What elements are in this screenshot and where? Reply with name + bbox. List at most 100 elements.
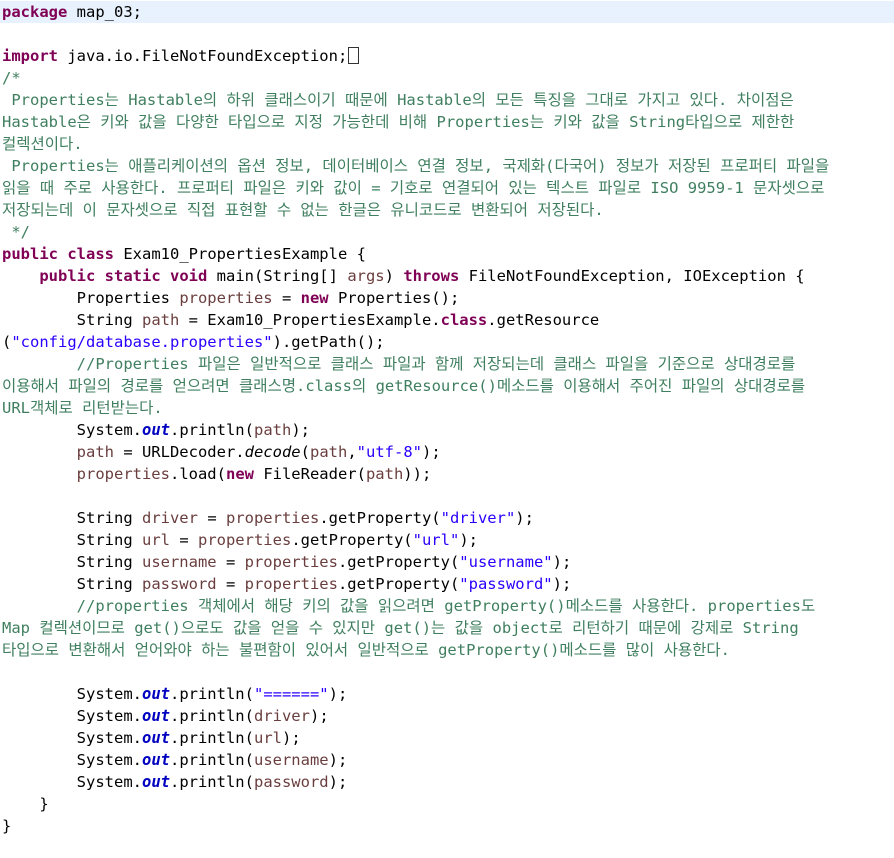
local-variable: properties	[244, 553, 338, 571]
code-text: );	[291, 421, 310, 439]
keyword-new: new	[300, 289, 329, 307]
comment-line[interactable]: 타입으로 변환해서 얻어와야 하는 불편함이 있어서 일반적으로 getProp…	[0, 639, 894, 661]
code-line-package[interactable]: package map_03;	[0, 1, 894, 23]
code-text: );	[515, 509, 534, 527]
comment-line[interactable]: //Properties 파일은 일반적으로 클래스 파일과 함께 저장되는데 …	[0, 353, 894, 375]
code-text: );	[309, 707, 329, 725]
code-line-decode[interactable]: path = URLDecoder.decode(path,"utf-8");	[0, 441, 894, 463]
comment-line[interactable]: Map 컬렉션이므로 get()으로도 값을 얻을 수 있지만 get()는 값…	[0, 617, 894, 639]
code-line-println-separator[interactable]: System.out.println("======");	[0, 683, 894, 705]
code-line-blank[interactable]	[0, 23, 894, 45]
code-text: .println(	[169, 421, 254, 439]
comment-line[interactable]: Properties는 Hastable의 하위 클래스이기 때문에 Hasta…	[0, 89, 894, 111]
code-text: =	[197, 509, 226, 527]
code-line-println[interactable]: System.out.println(username);	[0, 749, 894, 771]
code-line-path-decl[interactable]: String path = Exam10_PropertiesExample.c…	[0, 309, 894, 331]
comment-line[interactable]: Properties는 애플리케이션의 옵션 정보, 데이터베이스 연결 정보,…	[0, 155, 894, 177]
code-line-blank[interactable]	[0, 485, 894, 507]
code-text: System.	[76, 421, 142, 439]
code-editor[interactable]: package map_03; import java.io.FileNotFo…	[0, 0, 894, 858]
static-field: out	[141, 707, 170, 725]
local-variable: username	[141, 553, 217, 571]
code-line-import[interactable]: import java.io.FileNotFoundException;	[0, 45, 894, 67]
keyword-class: class	[58, 245, 114, 263]
local-variable: path	[365, 465, 404, 483]
code-line-get-property[interactable]: String username = properties.getProperty…	[0, 551, 894, 573]
keyword-throws: throws	[403, 267, 460, 285]
code-text: .getProperty(	[291, 531, 413, 549]
code-line-class-declaration[interactable]: public class Exam10_PropertiesExample {	[0, 243, 894, 265]
comment-line[interactable]: 이용해서 파일의 경로를 얻으려면 클래스명.class의 getResourc…	[0, 375, 894, 397]
string-literal: "url"	[412, 531, 460, 549]
local-variable: properties	[225, 509, 320, 527]
keyword-new: new	[225, 465, 254, 483]
code-text: .println(	[169, 729, 254, 747]
code-line-println[interactable]: System.out.println(password);	[0, 771, 894, 793]
comment-line[interactable]: URL객체로 리턴받는다.	[0, 397, 894, 419]
comment-line[interactable]: //properties 객체에서 해당 키의 값을 읽으려면 getPrope…	[0, 595, 894, 617]
code-text: );	[459, 531, 478, 549]
code-text: ).getPath();	[272, 333, 385, 351]
code-text: ));	[403, 465, 432, 483]
code-text: System.	[76, 707, 142, 725]
code-text: );	[421, 443, 441, 461]
code-text: =	[272, 289, 301, 307]
code-line-println-path[interactable]: System.out.println(path);	[0, 419, 894, 441]
code-line-println[interactable]: System.out.println(url);	[0, 727, 894, 749]
comment-line[interactable]: 컬렉션이다.	[0, 133, 894, 155]
comment-line[interactable]: Hastable은 키와 값을 다양한 타입으로 지정 가능한데 비해 Prop…	[0, 111, 894, 133]
code-line-close-class[interactable]: }	[0, 815, 894, 837]
local-variable: properties	[76, 465, 170, 483]
code-line-blank[interactable]	[0, 661, 894, 683]
local-variable: path	[76, 443, 114, 461]
code-line-get-property[interactable]: String password = properties.getProperty…	[0, 573, 894, 595]
code-text: .load(	[169, 465, 226, 483]
comment-line[interactable]: */	[0, 221, 894, 243]
local-variable: driver	[253, 707, 310, 725]
local-variable: password	[141, 575, 217, 593]
static-field: out	[141, 751, 170, 769]
string-literal: "password"	[459, 575, 553, 593]
code-text: =	[216, 575, 245, 593]
local-variable: properties	[179, 289, 273, 307]
type-name: Properties	[76, 289, 180, 307]
code-line-properties-decl[interactable]: Properties properties = new Properties()…	[0, 287, 894, 309]
code-text: .println(	[169, 685, 254, 703]
code-line-println[interactable]: System.out.println(driver);	[0, 705, 894, 727]
class-name: Exam10_PropertiesExample {	[114, 245, 366, 263]
code-text: String	[2, 575, 142, 593]
comment-line[interactable]: 읽을 때 주로 사용한다. 프로퍼티 파일은 키와 값이 = 기호로 연결되어 …	[0, 177, 894, 199]
comment-line[interactable]: 저장되는데 이 문자셋으로 직접 표현할 수 없는 한글은 유니코드로 변환되어…	[0, 199, 894, 221]
static-field: out	[141, 685, 170, 703]
code-line-get-property[interactable]: String url = properties.getProperty("url…	[0, 529, 894, 551]
comment-line[interactable]: /*	[0, 67, 894, 89]
string-literal: "driver"	[440, 509, 516, 527]
local-variable: properties	[197, 531, 292, 549]
code-text: =	[169, 531, 198, 549]
code-line-main-declaration[interactable]: public static void main(String[] args) t…	[0, 265, 894, 287]
keyword-public: public	[39, 267, 96, 285]
code-text: );	[281, 729, 301, 747]
code-text: .println(	[169, 751, 254, 769]
code-line-path-decl-cont[interactable]: ("config/database.properties").getPath()…	[0, 331, 894, 353]
code-line-get-property[interactable]: String driver = properties.getProperty("…	[0, 507, 894, 529]
param-args: args	[347, 267, 385, 285]
static-field: out	[141, 729, 170, 747]
code-line-close-method[interactable]: }	[0, 793, 894, 815]
code-text: FileReader(	[253, 465, 366, 483]
local-variable: path	[253, 421, 292, 439]
local-variable: password	[253, 773, 329, 791]
code-text: = Exam10_PropertiesExample.	[179, 311, 441, 329]
code-line-load[interactable]: properties.load(new FileReader(path));	[0, 463, 894, 485]
keyword-void: void	[160, 267, 208, 285]
keyword-class: class	[440, 311, 488, 329]
method-signature: main(String[]	[207, 267, 348, 285]
